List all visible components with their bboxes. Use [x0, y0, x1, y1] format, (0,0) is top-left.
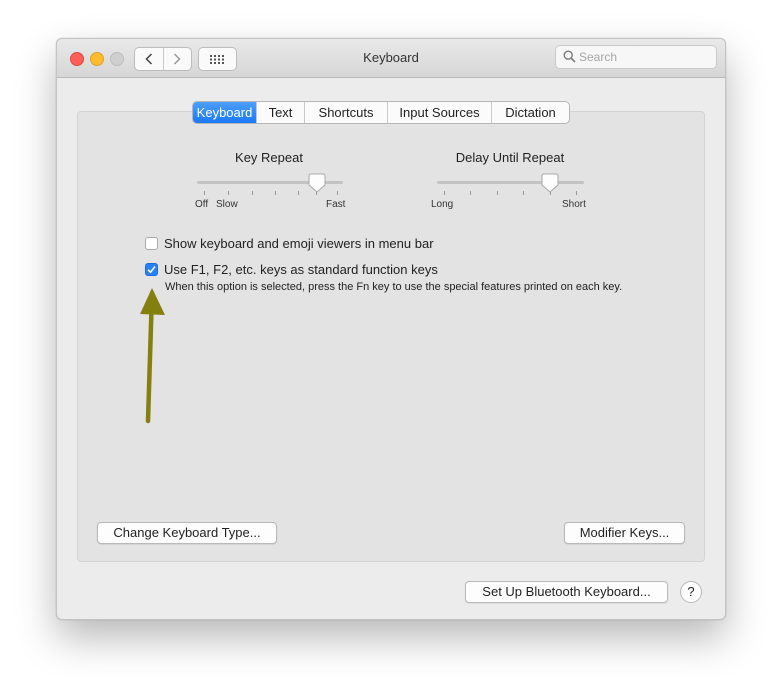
key-repeat-slow-label: Slow: [216, 199, 238, 210]
delay-until-repeat-title: Delay Until Repeat: [455, 150, 565, 165]
search-field[interactable]: [555, 45, 717, 69]
tab-keyboard[interactable]: Keyboard: [193, 102, 256, 123]
search-icon: [563, 50, 576, 63]
key-repeat-thumb[interactable]: [308, 173, 326, 193]
checkmark-icon: [147, 266, 156, 274]
delay-until-repeat-thumb[interactable]: [541, 173, 559, 193]
key-repeat-fast-label: Fast: [326, 199, 346, 210]
function-keys-note: When this option is selected, press the …: [165, 281, 623, 293]
search-input[interactable]: [579, 48, 709, 66]
tab-input-sources[interactable]: Input Sources: [387, 102, 491, 123]
tab-text[interactable]: Text: [256, 102, 304, 123]
emoji-viewer-option[interactable]: Show keyboard and emoji viewers in menu …: [145, 236, 434, 251]
key-repeat-title: Key Repeat: [235, 150, 303, 165]
function-keys-checkbox[interactable]: [145, 263, 158, 276]
tab-bar: Keyboard Text Shortcuts Input Sources Di…: [192, 101, 570, 124]
tab-dictation[interactable]: Dictation: [491, 102, 569, 123]
help-button[interactable]: ?: [680, 581, 702, 603]
emoji-viewer-checkbox[interactable]: [145, 237, 158, 250]
emoji-viewer-label: Show keyboard and emoji viewers in menu …: [164, 236, 434, 251]
annotation-arrow: [140, 288, 165, 424]
modifier-keys-button[interactable]: Modifier Keys...: [564, 522, 685, 544]
delay-short-label: Short: [562, 199, 586, 210]
function-keys-option[interactable]: Use F1, F2, etc. keys as standard functi…: [145, 262, 438, 277]
keyboard-panel: [77, 111, 705, 562]
tab-shortcuts[interactable]: Shortcuts: [304, 102, 387, 123]
delay-long-label: Long: [431, 199, 454, 210]
function-keys-label: Use F1, F2, etc. keys as standard functi…: [164, 262, 438, 277]
title-bar: Keyboard: [57, 39, 725, 78]
change-keyboard-type-button[interactable]: Change Keyboard Type...: [97, 522, 277, 544]
bluetooth-keyboard-setup-button[interactable]: Set Up Bluetooth Keyboard...: [465, 581, 668, 603]
delay-until-repeat-track[interactable]: [437, 181, 584, 184]
key-repeat-off-label: Off: [195, 199, 209, 210]
